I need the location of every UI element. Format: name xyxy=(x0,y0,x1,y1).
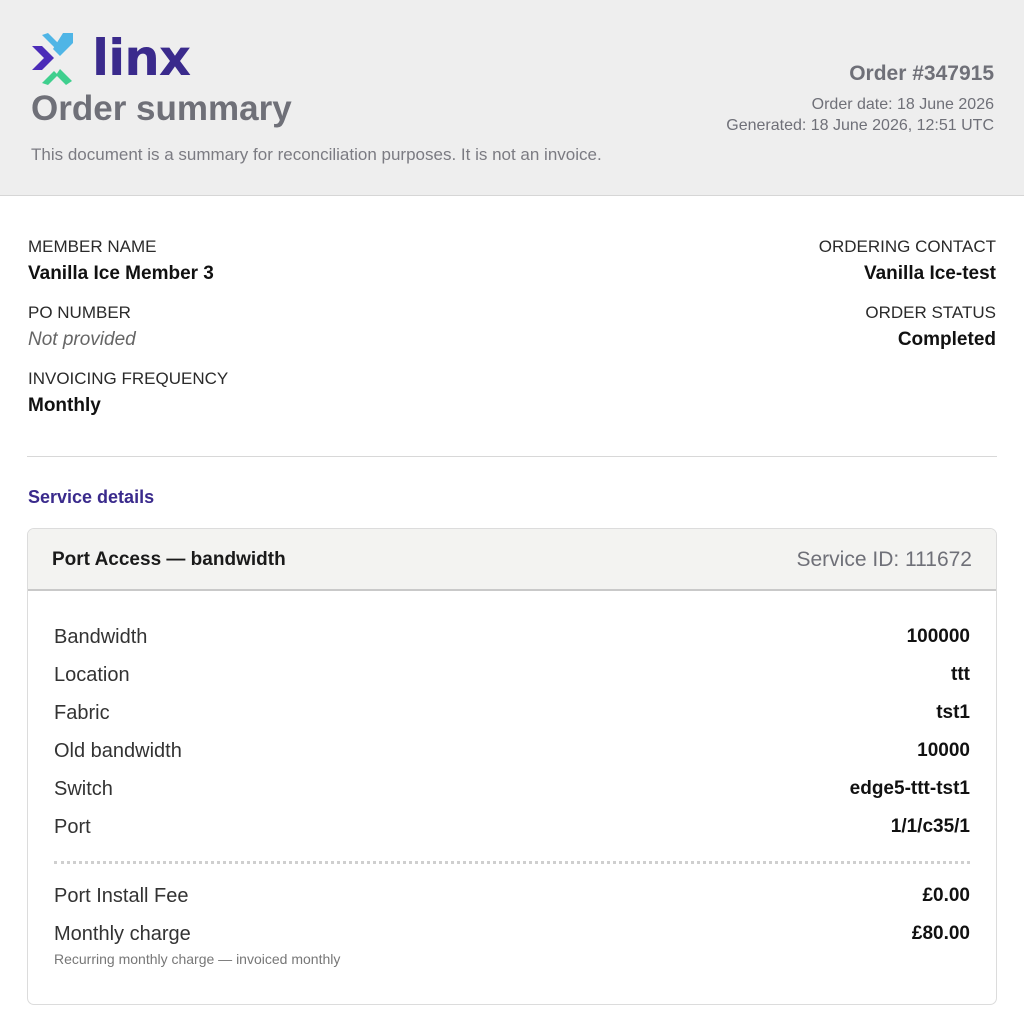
order-number: Order #347915 xyxy=(849,62,994,85)
linx-logo-icon xyxy=(32,33,73,85)
service-card-header: Port Access — bandwidth Service ID: 1116… xyxy=(28,529,996,591)
detail-row: Port 1/1/c35/1 xyxy=(54,813,970,851)
fee-key: Port Install Fee xyxy=(54,885,189,907)
fee-row: Port Install Fee £0.00 xyxy=(54,882,970,920)
detail-row: Bandwidth 100000 xyxy=(54,623,970,661)
detail-row: Switch edge5-ttt-tst1 xyxy=(54,775,970,813)
detail-key: Location xyxy=(54,664,130,686)
linx-logo: linx xyxy=(30,29,191,87)
detail-row: Fabric tst1 xyxy=(54,699,970,737)
detail-value: tst1 xyxy=(936,702,970,723)
invoicing-frequency-value: Monthly xyxy=(28,395,101,416)
detail-key: Fabric xyxy=(54,702,110,724)
service-id: Service ID: 111672 xyxy=(796,548,973,571)
section-heading: Service details xyxy=(28,487,155,507)
order-date: Order date: 18 June 2026 xyxy=(811,96,994,113)
field-label: ORDER STATUS xyxy=(865,303,996,322)
detail-value: 100000 xyxy=(906,626,970,647)
detail-row: Location ttt xyxy=(54,661,970,699)
member-name-field: MEMBER NAME Vanilla Ice Member 3 xyxy=(28,236,228,302)
dotted-divider xyxy=(54,861,970,864)
field-label: INVOICING FREQUENCY xyxy=(28,369,229,388)
invoicing-frequency-field: INVOICING FREQUENCY Monthly xyxy=(28,368,228,434)
document-header: linx Order summary This document is a su… xyxy=(0,0,1024,196)
detail-row: Old bandwidth 10000 xyxy=(54,737,970,775)
section-divider xyxy=(27,456,997,457)
po-number-value: Not provided xyxy=(28,329,136,350)
fee-row: Monthly charge £80.00 xyxy=(54,920,970,958)
fee-value: £0.00 xyxy=(922,885,970,906)
brand-name: linx xyxy=(92,29,191,87)
detail-key: Port xyxy=(54,816,91,838)
metadata-right-column: ORDERING CONTACT Vanilla Ice-test ORDER … xyxy=(819,236,996,368)
metadata-left-column: MEMBER NAME Vanilla Ice Member 3 PO NUMB… xyxy=(28,236,228,434)
order-status-field: ORDER STATUS Completed xyxy=(819,302,996,368)
detail-value: edge5-ttt-tst1 xyxy=(849,778,970,799)
service-title: Port Access — bandwidth xyxy=(52,549,286,570)
page-title: Order summary xyxy=(31,89,292,128)
fee-key: Monthly charge xyxy=(54,923,191,945)
ordering-contact-value: Vanilla Ice-test xyxy=(863,263,996,284)
field-label: ORDERING CONTACT xyxy=(818,237,996,256)
detail-value: 1/1/c35/1 xyxy=(890,816,970,837)
service-card: Port Access — bandwidth Service ID: 1116… xyxy=(27,528,997,1005)
service-details: Bandwidth 100000 Location ttt Fabric tst… xyxy=(54,623,970,968)
order-info: Order #347915 Order date: 18 June 2026 G… xyxy=(726,60,994,136)
detail-key: Switch xyxy=(54,778,113,800)
detail-key: Bandwidth xyxy=(54,626,148,648)
field-label: PO NUMBER xyxy=(28,303,131,322)
ordering-contact-field: ORDERING CONTACT Vanilla Ice-test xyxy=(819,236,996,302)
disclaimer-text: This document is a summary for reconcili… xyxy=(31,145,602,164)
detail-value: 10000 xyxy=(917,740,970,761)
member-name-value: Vanilla Ice Member 3 xyxy=(28,263,214,284)
field-label: MEMBER NAME xyxy=(28,237,157,256)
order-status-value: Completed xyxy=(897,329,996,350)
detail-value: ttt xyxy=(951,664,970,685)
fee-value: £80.00 xyxy=(911,923,970,944)
generated-timestamp: Generated: 18 June 2026, 12:51 UTC xyxy=(726,117,994,134)
detail-key: Old bandwidth xyxy=(54,740,182,762)
po-number-field: PO NUMBER Not provided xyxy=(28,302,228,368)
